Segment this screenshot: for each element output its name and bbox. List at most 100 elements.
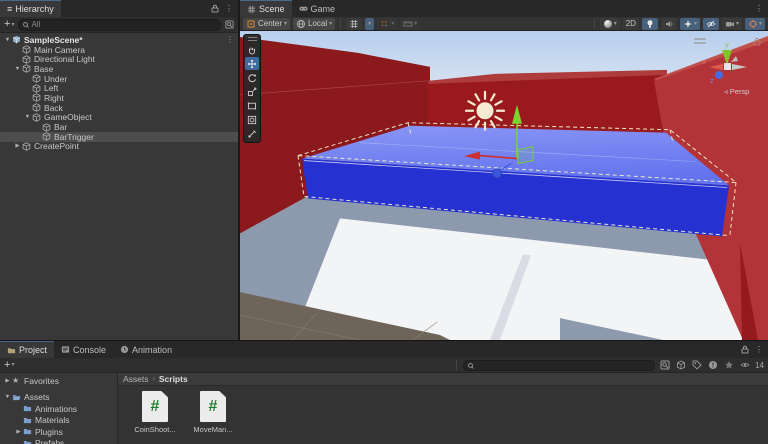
project-search-input[interactable] [463,359,656,371]
tab-project[interactable]: Project [0,341,55,358]
custom-tool-icon[interactable] [245,127,259,140]
favorites-star-icon: ★ [12,376,20,386]
scene-options-kebab-icon[interactable]: ⋮ [226,35,234,44]
tab-scene[interactable]: Scene [240,0,292,17]
scene-audio-button[interactable] [660,17,677,30]
project-folder-plugins[interactable]: ▶ Plugins [0,426,117,438]
hierarchy-item-bar[interactable]: Bar [0,122,238,132]
hierarchy-search-input[interactable]: All [18,18,221,31]
scene-lighting-button[interactable] [641,17,658,30]
search-by-label-button[interactable] [691,359,703,371]
scene-viewport[interactable]: y x z ◃ Persp [240,31,768,340]
drag-handle-icon [694,38,706,44]
expander-icon[interactable]: ▼ [13,66,22,72]
hierarchy-item-left[interactable]: Left [0,83,238,93]
grid-visibility-button[interactable] [346,17,363,30]
panel-menu-kebab-icon[interactable]: ⋮ [225,4,233,13]
item-label: GameObject [44,112,92,123]
gizmos-dropdown[interactable]: ▾ [744,17,765,30]
hidden-objects-button[interactable] [702,17,719,30]
eye-slash-icon [706,19,716,28]
hierarchy-title: Hierarchy [15,4,54,14]
tab-hierarchy[interactable]: ≡ Hierarchy [0,0,61,17]
folder-icon [7,347,16,353]
project-folder-animations[interactable]: Animations [0,403,117,415]
rect-tool-icon[interactable] [245,99,259,112]
transform-tool-icon[interactable] [245,113,259,126]
rear-axis-cone-2 [731,56,738,62]
csharp-script-icon: # [142,391,168,422]
tab-console[interactable]: Console [54,341,113,358]
expander-icon[interactable]: ▼ [3,394,12,400]
hierarchy-item-base[interactable]: ▼ Base [0,64,238,74]
item-label: Prefabs [35,438,65,444]
item-label: Plugins [35,426,63,437]
expander-icon[interactable]: ▼ [23,114,32,120]
search-by-import-log-button[interactable] [707,359,719,371]
orientation-gizmo[interactable]: y x z ◃ Persp [690,33,766,97]
create-asset-button[interactable]: + ▾ [4,359,15,371]
effects-dropdown[interactable]: ▾ [679,17,700,30]
search-filter-icon[interactable] [225,20,234,29]
handle-rotation-dropdown[interactable]: Local ▾ [293,17,336,30]
hierarchy-tabbar: ≡ Hierarchy ⋮ [0,0,238,17]
tab-game[interactable]: Game [292,0,343,17]
lightbulb-icon [647,19,653,28]
tab-animation[interactable]: Animation [113,341,179,358]
panel-menu-kebab-icon[interactable]: ⋮ [755,4,763,13]
chevron-down-icon: ▾ [329,20,333,27]
rotate-tool-icon[interactable] [245,71,259,84]
lock-icon[interactable] [741,345,749,354]
project-panel: Project Console Animation ⋮ + ▾ 14 ▶ ★ F… [0,340,768,444]
expander-icon[interactable]: ▼ [3,37,12,43]
snap-increment-button[interactable]: ▾ [377,17,398,30]
search-by-type-button[interactable] [659,359,671,371]
lock-icon [753,37,761,46]
hierarchy-item-createpoint[interactable]: ▶ CreatePoint [0,141,238,151]
shading-mode-dropdown[interactable]: ▾ [599,17,620,30]
move-tool-icon[interactable] [245,57,259,70]
project-folder-favorites[interactable]: ▶ ★ Favorites [0,375,117,387]
hierarchy-item-under[interactable]: Under [0,74,238,84]
search-by-package-button[interactable] [675,359,687,371]
hierarchy-item-right[interactable]: Right [0,93,238,103]
asset-script-moveman[interactable]: # MoveMan... [190,391,236,444]
y-axis-cone [722,50,732,65]
project-folder-prefabs[interactable]: Prefabs [0,438,117,444]
pan-tool-icon[interactable] [245,43,259,56]
expander-icon[interactable]: ▶ [13,143,22,149]
create-object-button[interactable]: + ▾ [4,19,14,30]
cube-icon [22,54,31,64]
scale-tool-icon[interactable] [245,85,259,98]
expander-icon[interactable]: ▶ [3,378,12,384]
gizmos-target-icon [748,19,757,28]
search-icon [468,362,474,368]
breadcrumb-root[interactable]: Assets [123,374,149,384]
asset-script-coinshoot[interactable]: # CoinShoot... [132,391,178,444]
pivot-mode-dropdown[interactable]: Center ▾ [243,17,291,30]
favorites-filter-star-icon[interactable] [723,359,735,371]
lock-icon[interactable] [211,4,219,13]
console-icon [61,346,70,353]
panel-menu-kebab-icon[interactable]: ⋮ [755,345,763,354]
snap-settings-button[interactable]: ▾ [400,17,421,30]
hierarchy-item-main-camera[interactable]: Main Camera [0,45,238,55]
expander-icon[interactable]: ▶ [14,429,23,435]
project-folder-materials[interactable]: Materials [0,415,117,427]
csharp-script-icon: # [200,391,226,422]
grid-visibility-caret[interactable]: ▾ [365,17,375,30]
hierarchy-item-bartrigger[interactable]: BarTrigger [0,132,238,142]
hierarchy-item-back[interactable]: Back [0,103,238,113]
scene-3d-render [240,31,768,340]
camera-settings-dropdown[interactable]: ▾ [721,17,742,30]
project-folder-assets[interactable]: ▼ Assets [0,392,117,404]
hidden-count-eye-icon[interactable] [739,359,751,371]
hierarchy-item-gameobject[interactable]: ▼ GameObject [0,112,238,123]
hierarchy-item-directional-light[interactable]: Directional Light [0,54,238,64]
cube-icon [32,74,41,83]
hierarchy-item-samplescene-[interactable]: ▼ SampleScene* ⋮ [0,35,238,45]
chevron-down-icon: ▾ [11,362,15,368]
mode-2d-button[interactable]: 2D [622,17,639,30]
drag-handle-icon[interactable] [247,37,257,41]
globe-icon [297,19,306,28]
